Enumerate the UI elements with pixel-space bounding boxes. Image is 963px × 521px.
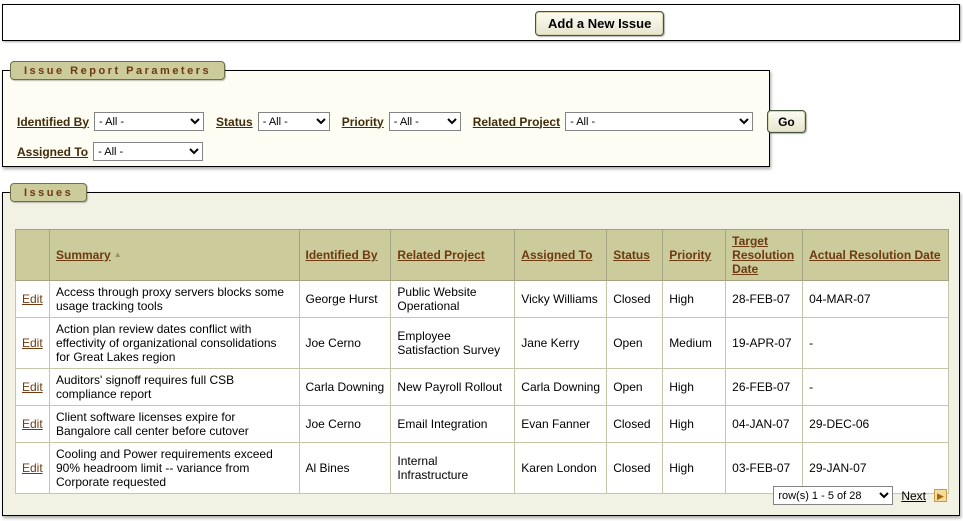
issue-report-parameters-title: Issue Report Parameters (10, 61, 226, 80)
cell-assigned-to: Vicky Williams (514, 280, 608, 318)
priority-group: Priority - All - (342, 112, 461, 131)
next-page-arrow-icon[interactable]: ▶ (934, 489, 947, 502)
column-header-actual-resolution-date: Actual Resolution Date (802, 229, 949, 281)
top-bar: Add a New Issue (2, 4, 960, 41)
column-header-status: Status (606, 229, 664, 281)
column-header-target-resolution-date: Target Resolution Date (725, 229, 804, 281)
cell-status: Open (606, 368, 664, 406)
priority-label[interactable]: Priority (342, 115, 384, 129)
related-project-select[interactable]: - All - (565, 112, 754, 131)
cell-summary: Client software licenses expire for Bang… (48, 405, 300, 443)
status-select[interactable]: - All - (257, 112, 330, 131)
cell-related-project: Employee Satisfaction Survey (390, 317, 516, 369)
identified-by-sort-link[interactable]: Identified By (306, 248, 378, 262)
issue-report-parameters-region: Issue Report Parameters Identified By - … (2, 61, 806, 167)
identified-by-select[interactable]: - All - (94, 112, 205, 131)
identified-by-label[interactable]: Identified By (17, 115, 89, 129)
cell-related-project: Internal Infrastructure (390, 442, 516, 494)
column-header-identified-by: Identified By (298, 229, 392, 281)
cell-identified-by: Joe Cerno (298, 405, 392, 443)
column-header-assigned-to: Assigned To (514, 229, 608, 281)
cell-priority: High (662, 368, 727, 406)
issues-table: Summary ▲ Identified By Related Project A… (15, 229, 949, 494)
go-button[interactable]: Go (767, 110, 806, 133)
status-group: Status - All - (216, 112, 330, 131)
identified-by-group: Identified By - All - (17, 112, 205, 131)
cell-summary: Action plan review dates conflict with e… (48, 317, 300, 369)
column-header-related-project: Related Project (390, 229, 516, 281)
cell-actual-resolution-date: 04-MAR-07 (802, 280, 949, 318)
related-project-sort-link[interactable]: Related Project (397, 248, 484, 262)
edit-link[interactable]: Edit (22, 380, 43, 394)
cell-status: Closed (606, 405, 664, 443)
sort-ascending-icon: ▲ (113, 250, 122, 259)
edit-column-header (15, 229, 50, 281)
assigned-to-sort-link[interactable]: Assigned To (521, 248, 592, 262)
cell-target-resolution-date: 19-APR-07 (725, 317, 804, 369)
parameters-row-1: Identified By - All - Status - All - Pri… (17, 110, 806, 133)
assigned-to-select[interactable]: - All - (93, 142, 204, 161)
cell-priority: Medium (662, 317, 727, 369)
status-sort-link[interactable]: Status (613, 248, 650, 262)
cell-status: Open (606, 317, 664, 369)
cell-status: Closed (606, 280, 664, 318)
column-header-summary: Summary ▲ (48, 229, 300, 281)
related-project-label[interactable]: Related Project (473, 115, 560, 129)
cell-assigned-to: Carla Downing (514, 368, 608, 406)
cell-assigned-to: Evan Fanner (514, 405, 608, 443)
related-project-group: Related Project - All - (473, 112, 754, 131)
cell-target-resolution-date: 26-FEB-07 (725, 368, 804, 406)
cell-priority: High (662, 405, 727, 443)
cell-actual-resolution-date: - (802, 317, 949, 369)
cell-identified-by: Joe Cerno (298, 317, 392, 369)
actual-resolution-date-sort-link[interactable]: Actual Resolution Date (809, 248, 940, 262)
issues-region-title: Issues (10, 183, 88, 202)
cell-priority: High (662, 442, 727, 494)
table-row: Edit Auditors' signoff requires full CSB… (15, 368, 949, 406)
priority-select[interactable]: - All - (388, 112, 461, 131)
cell-related-project: Email Integration (390, 405, 516, 443)
cell-identified-by: Carla Downing (298, 368, 392, 406)
cell-related-project: New Payroll Rollout (390, 368, 516, 406)
table-row: Edit Access through proxy servers blocks… (15, 280, 949, 318)
assigned-to-group: Assigned To - All - (17, 142, 204, 161)
cell-priority: High (662, 280, 727, 318)
edit-link[interactable]: Edit (22, 336, 43, 350)
table-header-row: Summary ▲ Identified By Related Project A… (15, 229, 949, 281)
assigned-to-label[interactable]: Assigned To (17, 145, 88, 159)
cell-related-project: Public Website Operational (390, 280, 516, 318)
cell-assigned-to: Jane Kerry (514, 317, 608, 369)
cell-assigned-to: Karen London (514, 442, 608, 494)
edit-link[interactable]: Edit (22, 461, 43, 475)
priority-sort-link[interactable]: Priority (669, 248, 711, 262)
cell-summary: Access through proxy servers blocks some… (48, 280, 300, 318)
issues-region: Issues Summary ▲ Identified By Related P… (2, 183, 960, 516)
parameters-row-2: Assigned To - All - (17, 142, 769, 161)
summary-sort-link[interactable]: Summary (56, 248, 111, 262)
edit-link[interactable]: Edit (22, 417, 43, 431)
cell-identified-by: Al Bines (298, 442, 392, 494)
cell-summary: Auditors' signoff requires full CSB comp… (48, 368, 300, 406)
issue-tracker-page: Add a New Issue Issue Report Parameters … (0, 0, 963, 521)
status-label[interactable]: Status (216, 115, 253, 129)
cell-target-resolution-date: 28-FEB-07 (725, 280, 804, 318)
cell-status: Closed (606, 442, 664, 494)
cell-identified-by: George Hurst (298, 280, 392, 318)
row-range-select[interactable]: row(s) 1 - 5 of 28 (773, 486, 894, 505)
add-new-issue-button[interactable]: Add a New Issue (535, 11, 665, 36)
next-page-link[interactable]: Next (901, 489, 926, 503)
cell-actual-resolution-date: 29-DEC-06 (802, 405, 949, 443)
cell-actual-resolution-date: - (802, 368, 949, 406)
cell-summary: Cooling and Power requirements exceed 90… (48, 442, 300, 494)
column-header-priority: Priority (662, 229, 727, 281)
cell-target-resolution-date: 04-JAN-07 (725, 405, 804, 443)
target-resolution-date-sort-link[interactable]: Target Resolution Date (732, 234, 794, 276)
pagination: row(s) 1 - 5 of 28 Next ▶ (773, 486, 947, 505)
edit-link[interactable]: Edit (22, 292, 43, 306)
table-row: Edit Action plan review dates conflict w… (15, 317, 949, 369)
table-row: Edit Client software licenses expire for… (15, 405, 949, 443)
